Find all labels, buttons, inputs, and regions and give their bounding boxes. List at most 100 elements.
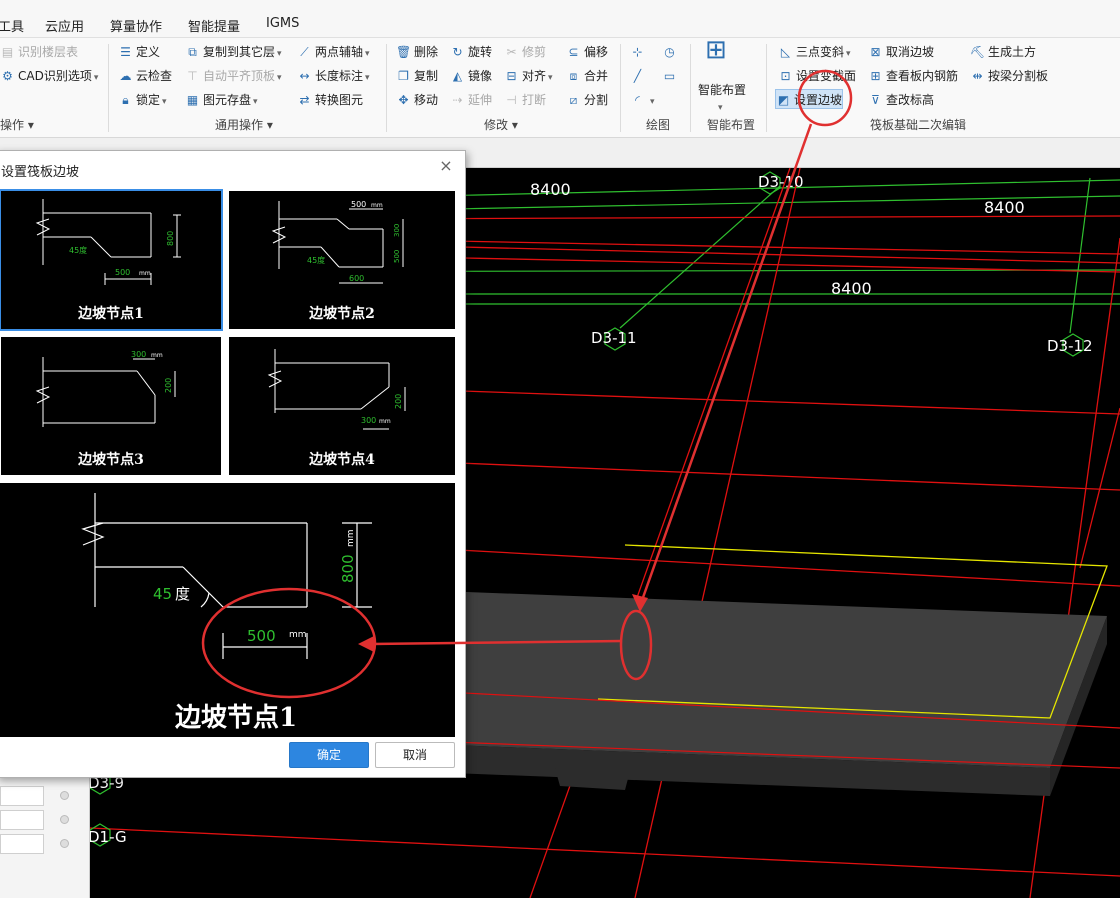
clock-draw-button[interactable]: ◷ [662,42,680,62]
length-dimension-button[interactable]: ↔ 长度标注 ▾ [297,66,370,86]
edge-node-3-option[interactable]: 300 mm 200 边坡节点3 [1,337,221,475]
smart-layout-icon[interactable]: ⊞ [705,37,727,74]
chevron-down-icon[interactable]: ▾ [716,96,723,116]
preview-angle-unit: 度 [175,585,190,603]
copy-icon: ❐ [398,69,409,83]
dialog-title: 设置筏板边坡 [1,165,80,180]
save-element-button[interactable]: ▦ 图元存盘 ▾ [185,90,258,110]
chevron-down-icon: ▾ [277,49,282,59]
property-field[interactable] [0,834,44,854]
mirror-button[interactable]: ◭ 镜像 [450,66,492,86]
property-radio[interactable] [60,839,69,848]
group-label-operate[interactable]: 操作 ▾ [0,116,34,133]
edge-node-1-label: 边坡节点1 [78,306,144,322]
ok-button[interactable]: 确定 [289,742,369,768]
property-field[interactable] [0,786,44,806]
define-icon: ☰ [120,45,131,59]
axis-label-d3-10: D3-10 [758,173,804,191]
unit-label: mm [139,270,151,277]
chevron-down-icon: ▾ [162,97,167,107]
extend-button[interactable]: ⇢ 延伸 [450,90,492,110]
chevron-down-icon: ▾ [253,97,258,107]
chevron-down-icon: ▾ [548,73,553,83]
delete-button[interactable]: 🗑︎ 删除 [396,42,438,62]
two-point-axis-button[interactable]: ⟋ 两点辅轴 ▾ [297,42,370,62]
cad-identify-options-button[interactable]: ⚙ CAD识别选项 ▾ [0,66,98,86]
preview-width-unit: mm [289,630,307,640]
angle-label: 45度 [69,245,87,255]
three-point-slope-button[interactable]: ◺ 三点变斜 ▾ [778,42,851,62]
split-beam-icon: ⇹ [972,69,983,83]
menu-igms[interactable]: IGMS [266,16,299,31]
group-separator [386,44,387,132]
preview-height: 800 [339,554,357,583]
split-by-beam-button[interactable]: ⇹ 按梁分割板 [970,66,1048,86]
arc-draw-button[interactable]: ◜ ▾ [630,90,654,110]
group-label-raft: 筏板基础二次编辑 [870,118,967,132]
set-edge-slope-button[interactable]: ◩ 设置边坡 [775,89,844,109]
ribbon-toolbar: ▤ 识别楼层表 ⚙ CAD识别选项 ▾ 操作 ▾ ☰ 定义 ☁ 云检查 🔒︎ 锁定 ▾ ⧉ 复制… [0,37,1120,138]
generate-earthwork-button[interactable]: ⛏ 生成土方 [970,42,1036,62]
identify-floor-table-button[interactable]: ▤ 识别楼层表 [0,42,78,62]
trim-button[interactable]: ✂ 修剪 [504,42,546,62]
clock-icon: ◷ [664,45,675,59]
lock-button[interactable]: 🔒︎ 锁定 ▾ [118,90,167,110]
copy-to-other-floor-button[interactable]: ⧉ 复制到其它层 ▾ [185,42,282,62]
chevron-down-icon: ▾ [365,49,370,59]
view-slab-rebar-button[interactable]: ⊞ 查看板内钢筋 [868,66,958,86]
dimension-icon: ↔ [299,69,310,83]
menu-smart-extract[interactable]: 智能提量 [188,16,240,35]
align-button[interactable]: ⊟ 对齐 ▾ [504,66,553,86]
group-label-draw: 绘图 [646,118,671,132]
rotate-icon: ↻ [452,45,463,59]
group-label-general[interactable]: 通用操作 ▾ [215,116,273,133]
top-width-label: 500 [351,200,366,209]
convert-element-button[interactable]: ⇄ 转换图元 [297,90,363,110]
property-radio[interactable] [60,791,69,800]
offset-button[interactable]: ⊆ 偏移 [566,42,608,62]
split-button[interactable]: ⧄ 分割 [566,90,608,110]
property-radio[interactable] [60,815,69,824]
title-strip [0,0,1120,6]
cancel-edge-slope-button[interactable]: ⊠ 取消边坡 [868,42,934,62]
group-label-modify[interactable]: 修改 ▾ [484,116,518,133]
unit-label: mm [379,418,391,425]
cloud-check-icon: ☁ [119,69,132,83]
edge-node-2-option[interactable]: 500 mm 300 500 45度 600 边坡节点2 [229,191,455,329]
preview-angle: 45 [153,585,172,603]
edge-node-1-option[interactable]: 45度 500 mm 800 边坡节点1 [0,189,223,331]
angle-label: 45度 [307,255,325,265]
set-variable-section-button[interactable]: ⊡ 设置变截面 [778,66,856,86]
close-icon[interactable]: × [437,157,455,175]
elevation-icon: ⊽ [871,93,880,107]
edge-node-4-label: 边坡节点4 [309,452,375,468]
define-button[interactable]: ☰ 定义 [118,42,160,62]
height-1-label: 300 [393,224,401,237]
cancel-button[interactable]: 取消 [375,742,455,768]
menu-cloud-app[interactable]: 云应用 [45,16,84,35]
break-button[interactable]: ⊣ 打断 [504,90,546,110]
cloud-check-button[interactable]: ☁ 云检查 [118,66,173,86]
property-field[interactable] [0,810,44,830]
move-button[interactable]: ✥ 移动 [396,90,438,110]
edit-elevation-button[interactable]: ⊽ 查改标高 [868,90,934,110]
line-draw-button[interactable]: ╱ [630,66,648,86]
chevron-down-icon: ▾ [93,73,99,83]
point-draw-button[interactable]: ⊹ [630,42,648,62]
copy-button[interactable]: ❐ 复制 [396,66,438,86]
rect-draw-button[interactable]: ▭ [662,66,680,86]
chevron-down-icon: ▾ [365,73,370,83]
rotate-button[interactable]: ↻ 旋转 [450,42,492,62]
axis-label-d3-12: D3-12 [1047,337,1093,355]
properties-panel [0,778,90,898]
edge-node-4-option[interactable]: 200 300 mm 边坡节点4 [229,337,455,475]
group-separator [690,44,691,132]
break-icon: ⊣ [506,93,517,107]
menu-tools[interactable]: 工具 [0,16,24,35]
chevron-down-icon: ▾ [266,118,273,132]
merge-button[interactable]: ⧈ 合并 [566,66,608,86]
menu-collab[interactable]: 算量协作 [110,16,162,35]
chevron-down-icon: ▾ [27,118,34,132]
auto-align-top-button[interactable]: ⊤ 自动平齐顶板 ▾ [185,66,282,86]
chevron-down-icon: ▾ [277,73,282,83]
